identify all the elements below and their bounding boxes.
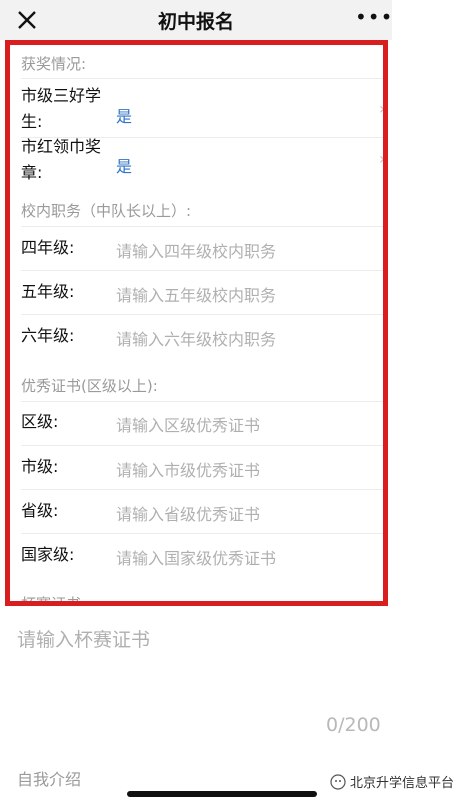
watermark-text: 北京升学信息平台	[350, 776, 455, 791]
divider	[21, 489, 383, 490]
side-margin	[392, 0, 458, 801]
awards-section-title: 获奖情况:	[21, 55, 87, 73]
divider	[21, 445, 383, 446]
certificates-section-title: 优秀证书(区级以上):	[21, 377, 158, 395]
highlight-frame: 获奖情况: 市级三好学 生: 是 › 市红领巾奖 章: 是 › 校内职务（中队长…	[5, 40, 388, 606]
page-title: 初中报名	[157, 11, 234, 33]
national-label: 国家级:	[21, 545, 75, 564]
district-certificate-input[interactable]: 请输入区级优秀证书	[116, 412, 260, 436]
home-indicator[interactable]	[127, 791, 317, 797]
positions-section-title: 校内职务（中队长以上）:	[21, 202, 192, 220]
national-certificate-input[interactable]: 请输入国家级优秀证书	[116, 545, 276, 569]
city-certificate-input[interactable]: 请输入市级优秀证书	[116, 457, 260, 481]
grade5-position-input[interactable]: 请输入五年级校内职务	[116, 282, 276, 306]
chevron-right-icon: ›	[379, 99, 386, 118]
city-label: 市级:	[21, 457, 59, 476]
wechat-logo-icon	[330, 773, 346, 790]
divider	[21, 401, 383, 402]
divider	[21, 78, 383, 79]
award-label-line1: 市红领巾奖	[21, 137, 102, 156]
cup-certificate-textarea[interactable]: 请输入杯赛证书	[17, 625, 150, 652]
grade6-position-input[interactable]: 请输入六年级校内职务	[116, 326, 276, 350]
divider	[21, 226, 383, 227]
chevron-right-icon: ›	[379, 149, 386, 168]
divider	[21, 270, 383, 271]
more-button[interactable]: •••	[355, 7, 392, 30]
grade5-label: 五年级:	[21, 282, 75, 301]
province-certificate-input[interactable]: 请输入省级优秀证书	[116, 501, 260, 525]
app-header: 初中报名 •••	[0, 0, 458, 40]
grade4-label: 四年级:	[21, 238, 75, 257]
grade6-label: 六年级:	[21, 326, 75, 345]
cup-section-title: 杯赛证书	[21, 595, 82, 606]
district-label: 区级:	[21, 412, 59, 431]
award-label-line1: 市级三好学	[21, 86, 102, 105]
divider	[21, 533, 383, 534]
province-label: 省级:	[21, 501, 59, 520]
divider	[21, 314, 383, 315]
character-counter: 0/200	[326, 714, 381, 736]
award-label-line2: 生:	[21, 112, 43, 131]
award-value: 是	[116, 107, 133, 126]
intro-section-title: 自我介绍	[17, 770, 82, 789]
watermark: 北京升学信息平台	[330, 772, 454, 791]
award-label-line2: 章:	[21, 163, 43, 182]
grade4-position-input[interactable]: 请输入四年级校内职务	[116, 238, 276, 262]
award-value: 是	[116, 157, 133, 176]
